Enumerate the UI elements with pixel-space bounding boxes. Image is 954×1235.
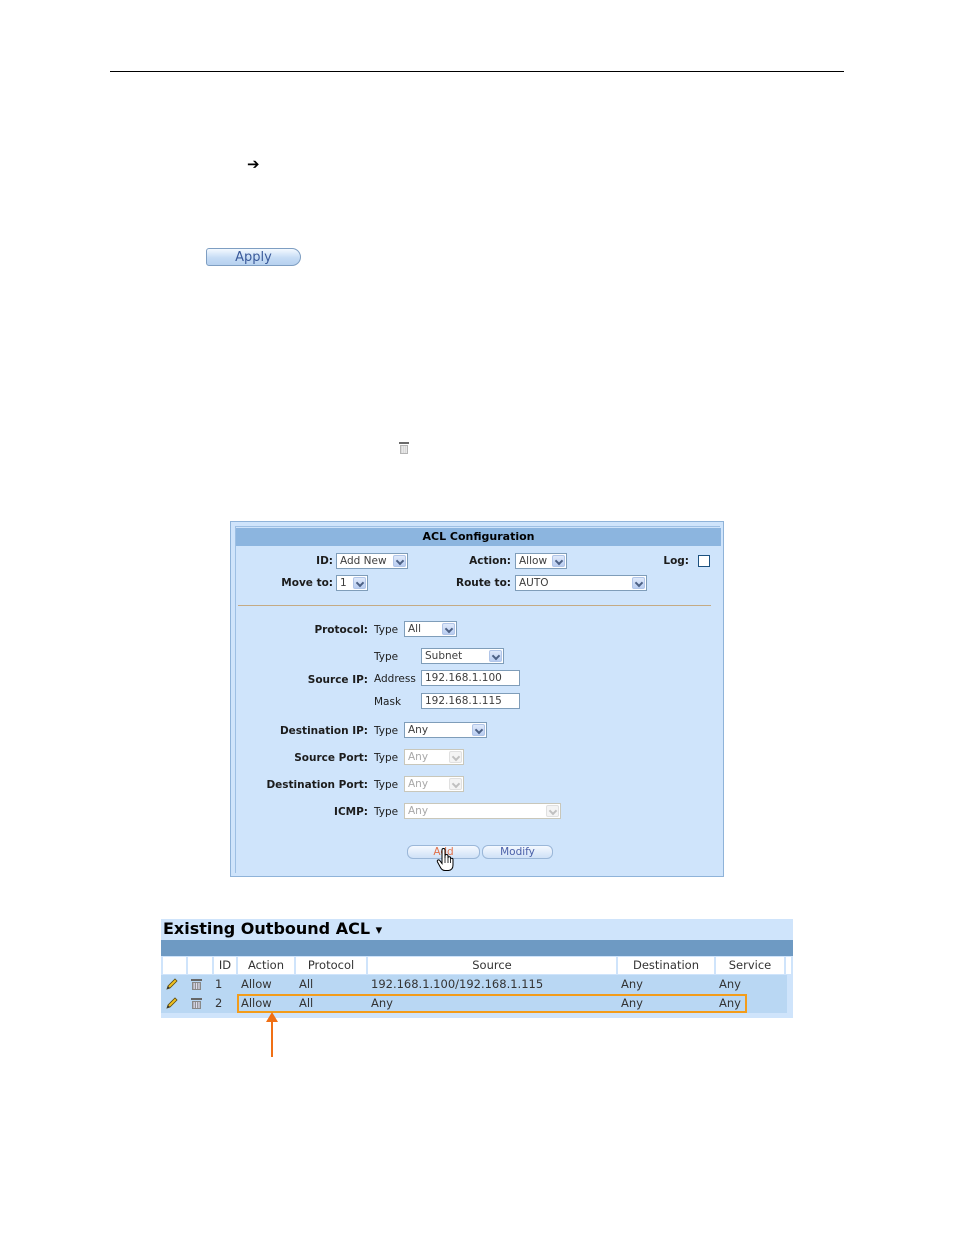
icmp-type-label: Type (374, 806, 399, 818)
chevron-down-icon[interactable] (552, 555, 565, 567)
destination-ip-type-value: Any (408, 724, 429, 736)
icmp-type-value: Any (408, 805, 429, 817)
delete-trash-icon[interactable] (190, 978, 203, 991)
column-header-service[interactable]: Service (716, 957, 784, 974)
source-mask-input[interactable]: 192.168.1.115 (421, 693, 520, 709)
panel-title: ACL Configuration (236, 528, 721, 546)
column-header-destination[interactable]: Destination (618, 957, 714, 974)
destination-port-type-select: Any (404, 776, 464, 792)
cell-source: 192.168.1.100/192.168.1.115 (371, 977, 544, 991)
header-rule (110, 71, 844, 72)
chevron-down-icon[interactable] (353, 577, 366, 589)
destination-ip-type-label: Type (374, 725, 399, 737)
table-header-row: ID Action Protocol Source Destination Se… (161, 956, 793, 975)
destination-port-type-label: Type (374, 779, 399, 791)
chevron-down-icon (546, 805, 559, 817)
route-to-select[interactable]: AUTO (515, 575, 647, 591)
cell-id: 1 (215, 977, 223, 991)
id-select[interactable]: Add New (336, 553, 408, 569)
icmp-type-select: Any (404, 803, 561, 819)
source-type-value: Subnet (425, 650, 463, 662)
delete-trash-icon[interactable] (190, 997, 203, 1010)
cell-action: Allow (241, 977, 272, 991)
chevron-down-icon[interactable] (442, 623, 455, 635)
column-header-edit (163, 957, 186, 974)
chevron-down-icon[interactable] (632, 577, 645, 589)
chevron-down-icon[interactable] (472, 724, 485, 736)
chevron-down-icon[interactable] (489, 650, 502, 662)
icmp-label: ICMP: (334, 806, 368, 818)
apply-button[interactable]: Apply (206, 248, 301, 266)
source-type-label: Type (374, 651, 399, 663)
hand-cursor-icon (436, 848, 454, 871)
cell-id: 2 (215, 996, 223, 1010)
destination-ip-label: Destination IP: (279, 725, 368, 737)
destination-port-label: Destination Port: (266, 779, 368, 791)
column-header-spacer (786, 957, 791, 974)
log-checkbox[interactable] (698, 555, 710, 567)
move-to-select[interactable]: 1 (336, 575, 368, 591)
arrow-right-icon: ➔ (247, 155, 260, 173)
chevron-down-icon (449, 778, 462, 790)
action-select[interactable]: Allow (515, 553, 567, 569)
existing-acl-title[interactable]: Existing Outbound ACL ▾ (163, 919, 382, 941)
source-port-type-label: Type (374, 752, 399, 764)
table-header-bar (161, 940, 793, 956)
chevron-down-icon (449, 751, 462, 763)
edit-pencil-icon[interactable] (165, 978, 178, 991)
column-header-delete (188, 957, 212, 974)
id-select-value: Add New (340, 555, 387, 567)
action-select-value: Allow (519, 555, 548, 567)
route-to-select-value: AUTO (519, 577, 549, 589)
source-mask-label: Mask (374, 696, 402, 708)
route-to-label: Route to: (455, 577, 511, 589)
protocol-type-label: Type (374, 624, 399, 636)
column-header-source[interactable]: Source (368, 957, 616, 974)
source-port-type-select: Any (404, 749, 464, 765)
caret-down-icon[interactable]: ▾ (376, 923, 383, 938)
move-to-select-value: 1 (340, 577, 347, 589)
source-port-type-value: Any (408, 751, 429, 763)
protocol-type-select[interactable]: All (404, 621, 457, 637)
cell-service: Any (719, 977, 741, 991)
trash-icon (399, 442, 409, 454)
highlight-box (237, 994, 747, 1013)
column-header-action[interactable]: Action (238, 957, 294, 974)
callout-arrow-line (271, 1020, 273, 1057)
source-port-label: Source Port: (294, 752, 368, 764)
destination-ip-type-select[interactable]: Any (404, 722, 487, 738)
modify-button[interactable]: Modify (482, 845, 553, 859)
divider (238, 605, 711, 606)
source-ip-label: Source IP: (307, 674, 368, 686)
column-header-protocol[interactable]: Protocol (296, 957, 366, 974)
acl-configuration-panel: ACL Configuration ID: Add New Action: Al… (230, 521, 724, 877)
protocol-label: Protocol: (314, 624, 368, 636)
table-row: 1 Allow All 192.168.1.100/192.168.1.115 … (161, 975, 787, 994)
protocol-type-value: All (408, 623, 422, 635)
id-label: ID: (316, 555, 333, 567)
action-label: Action: (469, 555, 511, 567)
cell-protocol: All (299, 977, 314, 991)
source-type-select[interactable]: Subnet (421, 648, 504, 664)
move-to-label: Move to: (281, 577, 333, 589)
cell-destination: Any (621, 977, 643, 991)
source-address-label: Address (374, 673, 416, 685)
log-label: Log: (663, 555, 689, 567)
existing-acl-title-text: Existing Outbound ACL (163, 919, 371, 938)
destination-port-type-value: Any (408, 778, 429, 790)
column-header-id[interactable]: ID (214, 957, 236, 974)
chevron-down-icon[interactable] (393, 555, 406, 567)
edit-pencil-icon[interactable] (165, 997, 178, 1010)
source-address-input[interactable]: 192.168.1.100 (421, 670, 520, 686)
